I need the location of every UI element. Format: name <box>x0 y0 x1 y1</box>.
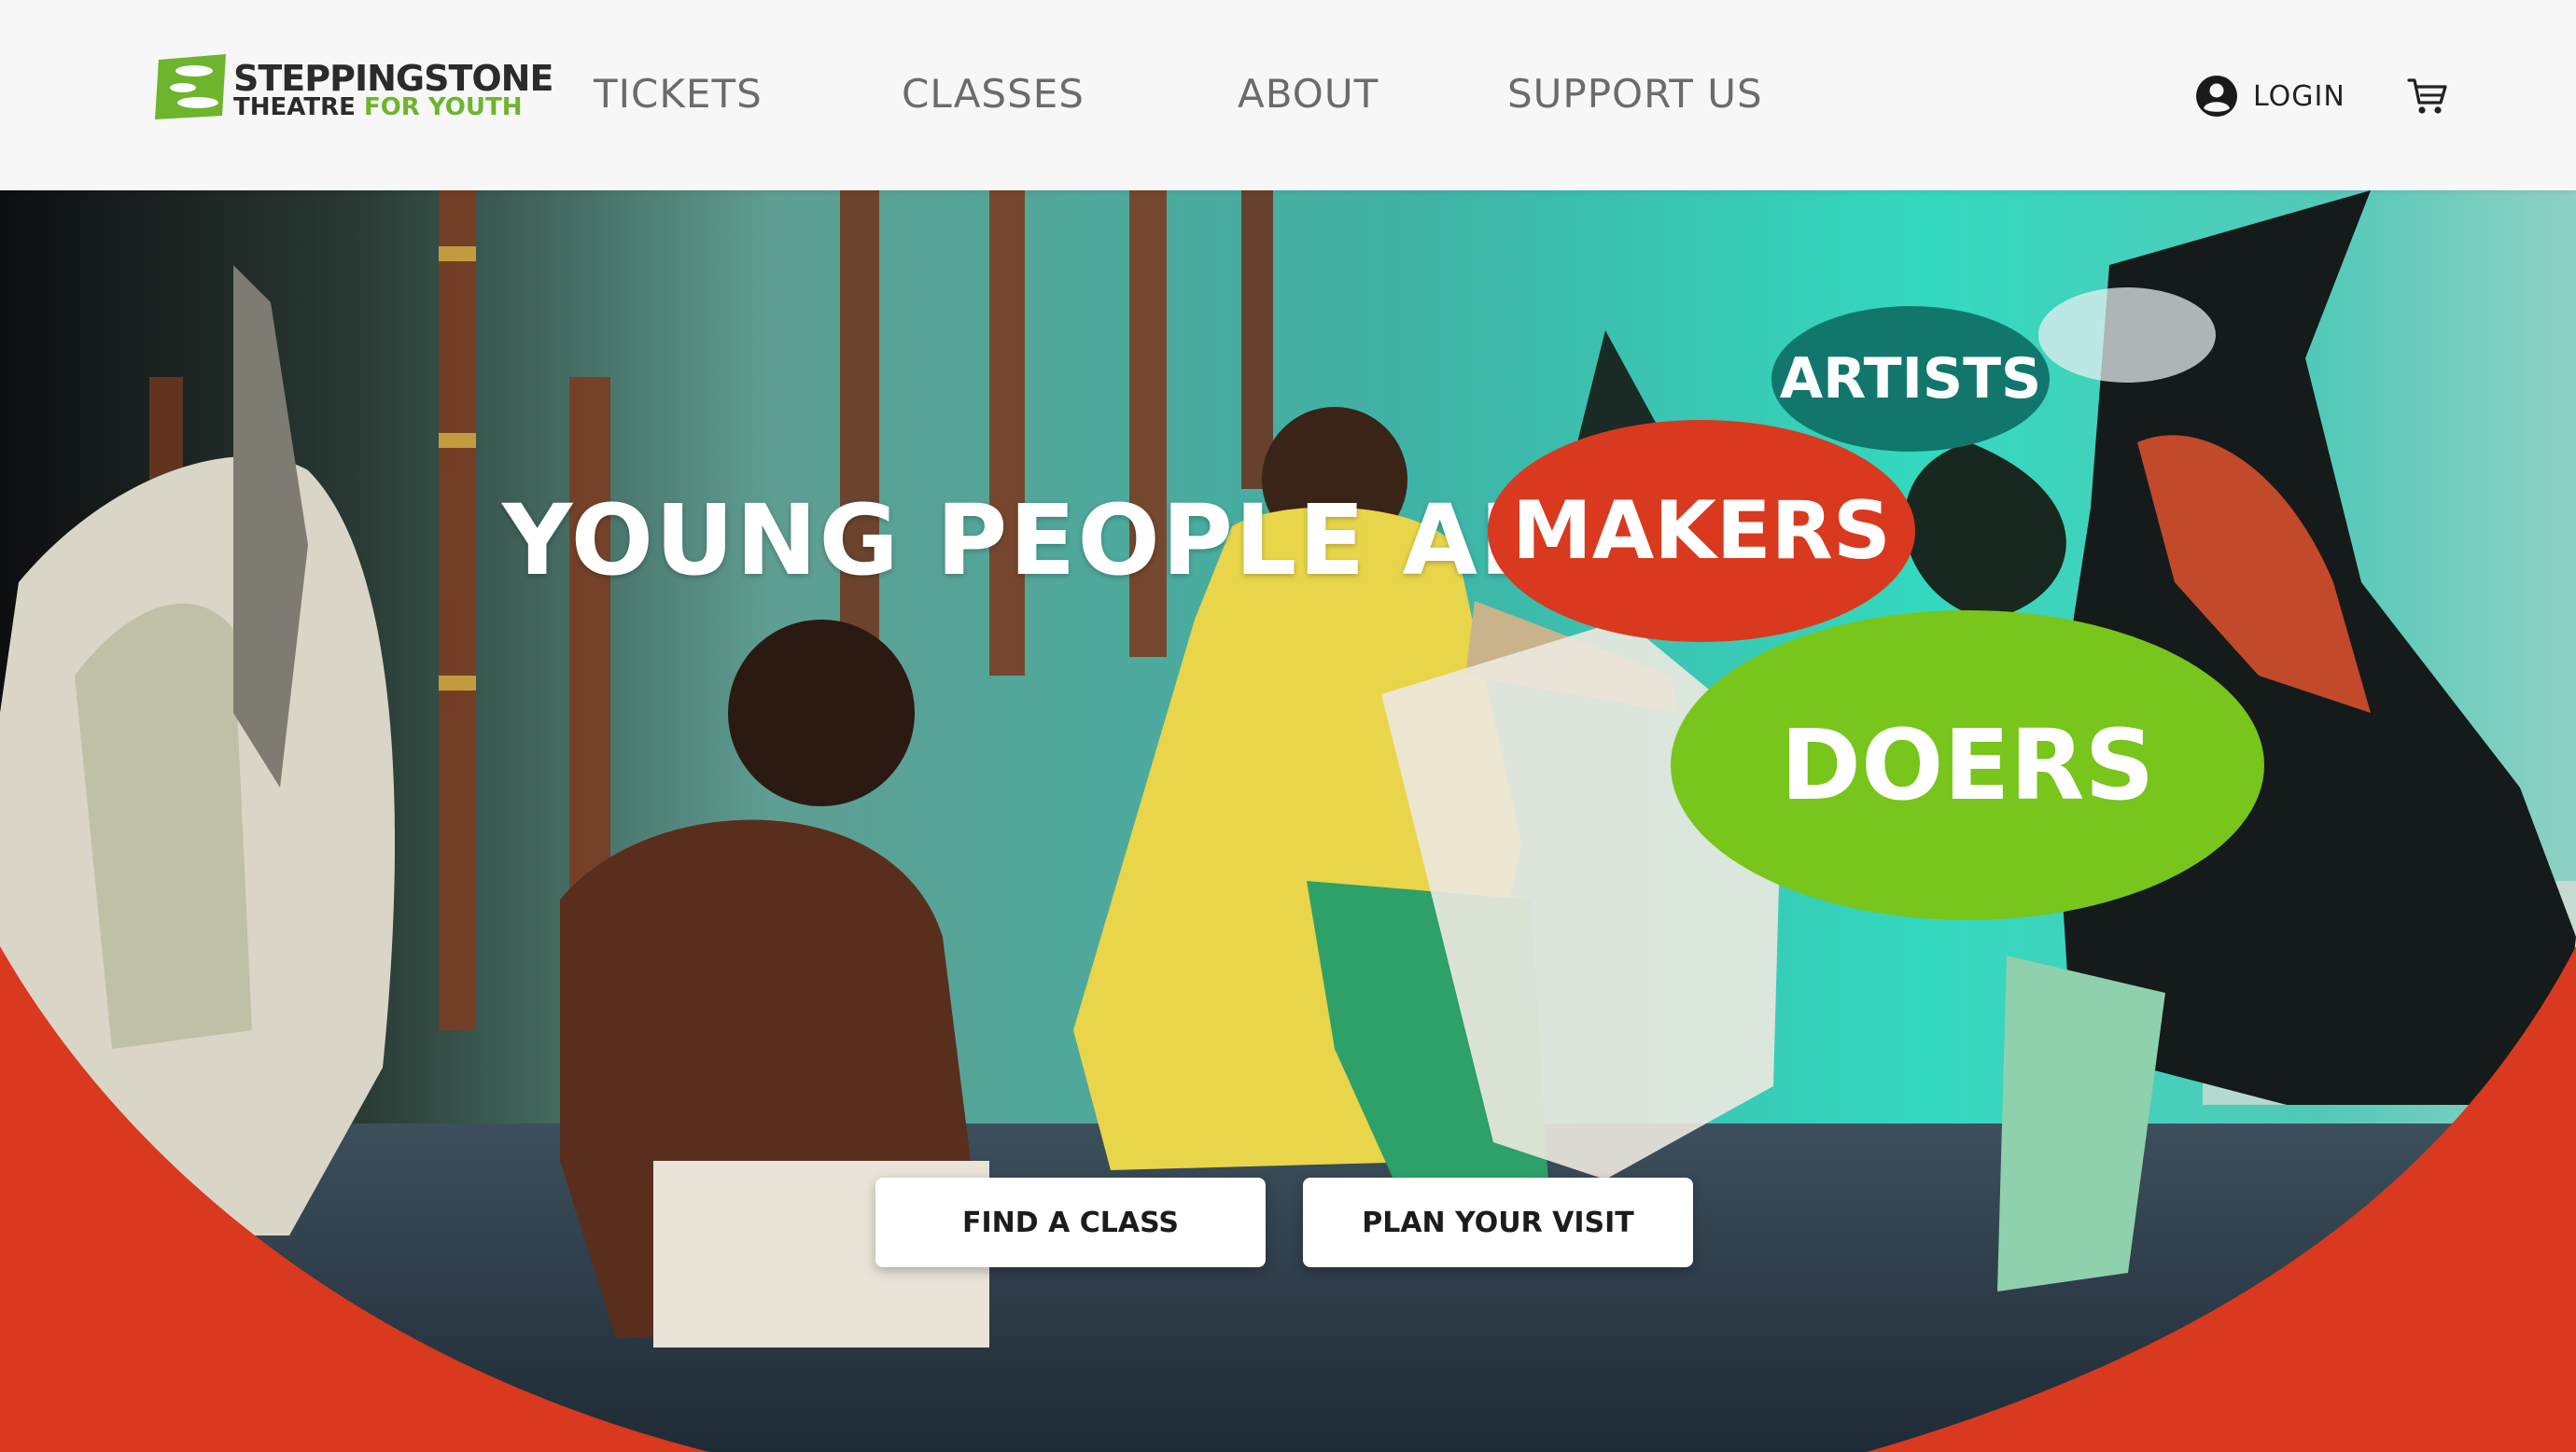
nav-support-us[interactable]: SUPPORT US <box>1507 71 1763 117</box>
page: STEPPINGSTONE THEATRE FOR YOUTH TICKETS … <box>0 0 2576 1452</box>
logo-line2-part1: THEATRE <box>233 93 364 121</box>
site-header: STEPPINGSTONE THEATRE FOR YOUTH TICKETS … <box>0 0 2576 190</box>
bubble-artists: ARTISTS <box>1771 306 2050 452</box>
shopping-cart-icon <box>2407 78 2447 114</box>
decorative-bubble <box>2038 287 2216 383</box>
steppingstone-logo-icon <box>155 54 226 119</box>
nav-about[interactable]: ABOUT <box>1238 71 1379 117</box>
site-logo[interactable]: STEPPINGSTONE THEATRE FOR YOUTH <box>155 52 553 127</box>
hero-section: YOUNG PEOPLE ARE ARTISTS MAKERS DOERS FI… <box>0 190 2576 1452</box>
cart-button[interactable] <box>2406 75 2449 118</box>
nav-classes[interactable]: CLASSES <box>902 71 1085 117</box>
logo-line2-part2: FOR YOUTH <box>363 93 523 121</box>
bubble-makers: MAKERS <box>1488 420 1915 642</box>
account-circle-icon <box>2196 76 2237 117</box>
hero-headline: YOUNG PEOPLE ARE <box>502 483 1625 597</box>
find-a-class-button[interactable]: FIND A CLASS <box>875 1178 1266 1267</box>
login-label: LOGIN <box>2253 80 2345 113</box>
plan-your-visit-button[interactable]: PLAN YOUR VISIT <box>1303 1178 1693 1267</box>
logo-name-line2: THEATRE FOR YOUTH <box>233 93 522 121</box>
nav-tickets[interactable]: TICKETS <box>594 71 763 117</box>
bubble-doers: DOERS <box>1671 610 2264 920</box>
